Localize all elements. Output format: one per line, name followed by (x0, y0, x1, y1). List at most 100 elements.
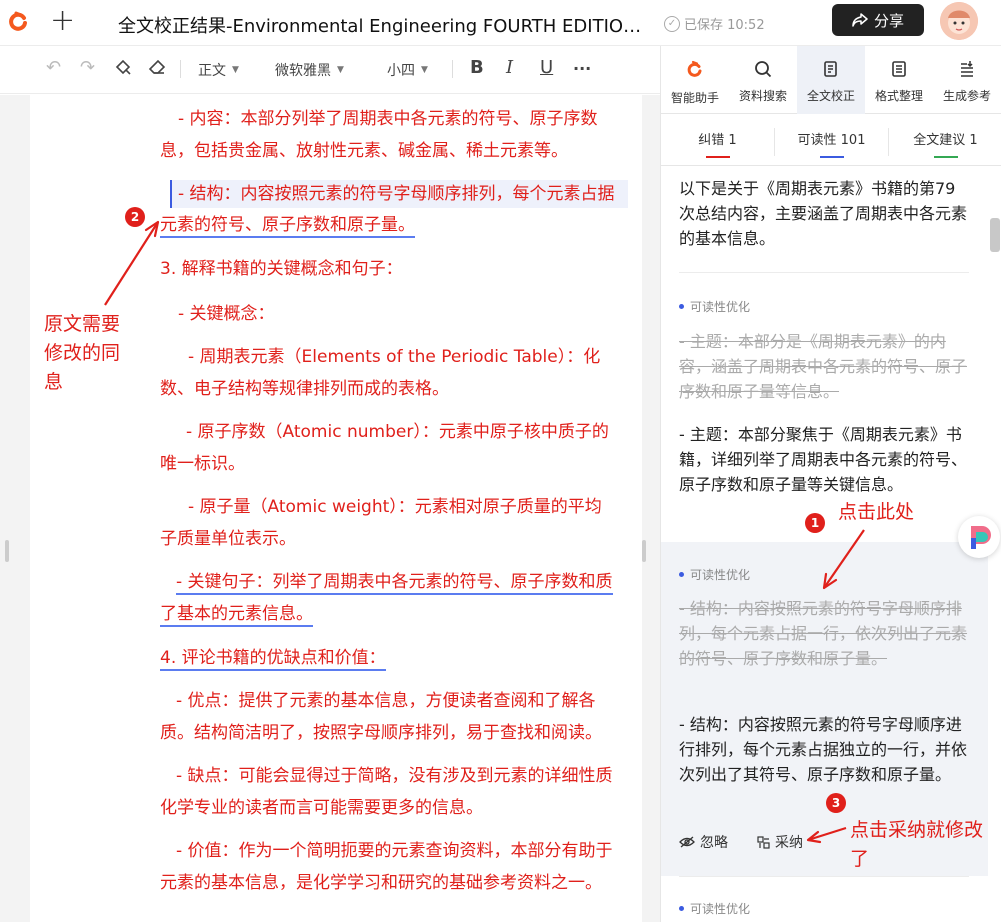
undo-icon[interactable]: ↶ (46, 58, 61, 78)
panel-scrollbar[interactable] (990, 218, 1000, 252)
doc-line-highlighted[interactable]: 4. 评论书籍的优缺点和价值： (160, 647, 386, 671)
ignore-label: 忽略 (700, 835, 728, 851)
doc-line[interactable]: 元素的基本信息，是化学学习和研究的基础参考资料之一。 (160, 872, 602, 894)
avatar[interactable] (940, 2, 978, 40)
redo-icon[interactable]: ↷ (80, 58, 95, 78)
eye-off-icon (679, 836, 695, 848)
card-tag: 可读性优化 (679, 566, 750, 583)
doc-line-text: 了基本的元素信息。 (160, 604, 313, 627)
dot-icon (679, 906, 684, 911)
font-family-select[interactable]: 微软雅黑 ▼ (275, 60, 344, 80)
original-text: - 结构：内容按照元素的符号字母顺序排列，每个元素占据一行，依次列出了元素的符号… (679, 599, 968, 668)
subtab-label: 纠错 1 (698, 133, 737, 148)
dot-icon (679, 572, 684, 577)
annotation-note-left: 原文需要修改的同息 (44, 313, 121, 393)
annotation-note-click: 点击此处 (838, 501, 915, 523)
eraser-icon[interactable] (148, 58, 166, 81)
share-button[interactable]: 分享 (832, 4, 924, 36)
doc-line-highlighted[interactable]: 了基本的元素信息。 (160, 603, 313, 627)
doc-line-highlighted[interactable]: 元素的符号、原子序数和原子量。 (160, 214, 415, 238)
doc-line[interactable]: 化学专业的读者而言可能需要更多的信息。 (160, 797, 483, 819)
doc-line[interactable]: 息，包括贵金属、放射性元素、碱金属、稀土元素等。 (160, 140, 568, 162)
doc-line[interactable]: - 缺点：可能会显得过于简略，没有涉及到元素的详细性质 (176, 765, 613, 787)
card-tag-label: 可读性优化 (690, 568, 751, 582)
chevron-down-icon: ▼ (337, 65, 344, 75)
tab-ai-assistant[interactable]: 智能助手 (661, 46, 729, 114)
doc-line[interactable]: - 原子序数（Atomic number）：元素中原子核中质子的 (186, 421, 609, 443)
panel-tabs: 智能助手 资料搜索 全文校正 格式整理 生成参考 (661, 46, 1001, 114)
document-title[interactable]: 全文校正结果-Environmental Engineering FOURTH … (118, 12, 648, 38)
accept-label: 采纳 (775, 835, 803, 851)
doc-line[interactable]: 3. 解释书籍的关键概念和句子： (160, 258, 403, 280)
doc-line[interactable]: - 周期表元素（Elements of the Periodic Table）：… (188, 346, 600, 368)
card-tag-label: 可读性优化 (690, 300, 751, 314)
bold-button[interactable]: B (470, 58, 484, 78)
chevron-down-icon: ▼ (421, 65, 428, 75)
proofread-subtabs: 纠错 1 可读性 101 全文建议 1 (661, 114, 1001, 166)
search-icon (729, 60, 797, 83)
doc-line-text: 4. 评论书籍的优缺点和价值： (160, 648, 386, 671)
doc-line-text: - 关键句子：列举了周期表中各元素的符号、原子序数和质 (176, 572, 613, 595)
tab-label: 智能助手 (670, 91, 719, 105)
subtab-readability[interactable]: 可读性 101 (775, 129, 888, 158)
save-status-label: 已保存 10:52 (684, 18, 765, 33)
reference-icon (933, 60, 1001, 83)
doc-line[interactable]: - 内容：本部分列举了周期表中各元素的符号、原子序数 (178, 108, 598, 130)
italic-button[interactable]: I (506, 58, 513, 78)
ignore-button[interactable]: 忽略 (679, 832, 728, 852)
annotation-badge-2: 2 (125, 207, 145, 227)
annotation-badge-1: 1 (805, 513, 825, 533)
tab-label: 全文校正 (806, 89, 855, 103)
tab-label: 资料搜索 (738, 89, 787, 103)
save-status: ✓ 已保存 10:52 (664, 14, 765, 33)
underline-button[interactable]: U (540, 58, 553, 78)
subtab-errors[interactable]: 纠错 1 (661, 129, 774, 158)
tab-reference[interactable]: 生成参考 (933, 46, 1001, 114)
tab-proofread[interactable]: 全文校正 (797, 46, 865, 114)
doc-line[interactable]: 子质量单位表示。 (160, 528, 296, 550)
doc-line[interactable]: 数、电子结构等规律排列而成的表格。 (160, 378, 449, 400)
right-resize-handle[interactable] (642, 540, 646, 562)
proofread-icon (797, 60, 865, 83)
more-button[interactable]: ··· (573, 59, 591, 79)
card-tag: 可读性优化 (679, 298, 750, 315)
subtab-suggestions[interactable]: 全文建议 1 (889, 129, 1001, 158)
floating-assistant-icon[interactable] (958, 516, 1000, 558)
left-resize-handle[interactable] (5, 540, 9, 562)
doc-line-text: 元素的符号、原子序数和原子量。 (160, 215, 415, 238)
subtab-underline (819, 156, 844, 158)
doc-line[interactable]: 质。结构简洁明了，按照字母顺序排列，易于查找和阅读。 (160, 722, 602, 744)
doc-line-highlighted[interactable]: - 关键句子：列举了周期表中各元素的符号、原子序数和质 (176, 571, 613, 595)
doc-line[interactable]: - 原子量（Atomic weight）：元素相对原子质量的平均 (188, 496, 602, 518)
subtab-underline (705, 156, 730, 158)
doc-line[interactable]: - 价值：作为一个简明扼要的元素查询资料，本部分有助于 (176, 840, 613, 862)
proofread-panel: 智能助手 资料搜索 全文校正 格式整理 生成参考 纠错 1 可读性 101 全文… (660, 46, 1001, 922)
doc-line[interactable]: 唯一标识。 (160, 453, 245, 475)
plus-icon[interactable]: + (50, 6, 75, 36)
ai-assistant-icon (661, 60, 729, 85)
suggested-text[interactable]: - 结构：内容按照元素的符号字母顺序进行排列，每个元素占据独立的一行，并依次列出… (679, 712, 969, 787)
doc-line-highlighted[interactable]: - 结构：内容按照元素的符号字母顺序排列，每个元素占据 (178, 183, 615, 205)
subtab-label: 全文建议 1 (913, 133, 978, 148)
card-tag-label: 可读性优化 (690, 902, 751, 916)
subtab-label: 可读性 101 (797, 133, 866, 148)
check-circle-icon: ✓ (664, 15, 680, 32)
suggested-text[interactable]: - 主题：本部分聚焦于《周期表元素》书籍，详细列举了周期表中各元素的符号、原子序… (679, 422, 969, 497)
summary-text: 以下是关于《周期表元素》书籍的第79次总结内容，主要涵盖了周期表中各元素的基本信… (679, 179, 968, 248)
tab-label: 生成参考 (942, 89, 991, 103)
doc-line[interactable]: - 优点：提供了元素的基本信息，方便读者查阅和了解各 (176, 690, 596, 712)
accept-button[interactable]: 采纳 (757, 832, 803, 852)
tab-label: 格式整理 (874, 89, 923, 103)
doc-line[interactable]: - 关键概念： (178, 303, 275, 325)
annotation-note-accept: 点击采纳就修改了 (850, 819, 984, 870)
tab-format[interactable]: 格式整理 (865, 46, 933, 114)
font-size-select[interactable]: 小四 ▼ (387, 60, 428, 80)
format-brush-icon[interactable] (114, 58, 132, 81)
subtab-underline (933, 156, 958, 158)
paragraph-style-select[interactable]: 正文 ▼ (198, 60, 239, 80)
tab-search[interactable]: 资料搜索 (729, 46, 797, 114)
accept-icon (757, 835, 770, 849)
top-bar: + 全文校正结果-Environmental Engineering FOURT… (0, 0, 1001, 46)
logo-icon[interactable] (8, 9, 30, 37)
editor-toolbar: ↶ ↷ 正文 ▼ 微软雅黑 ▼ 小四 ▼ B I U ··· (0, 46, 660, 94)
